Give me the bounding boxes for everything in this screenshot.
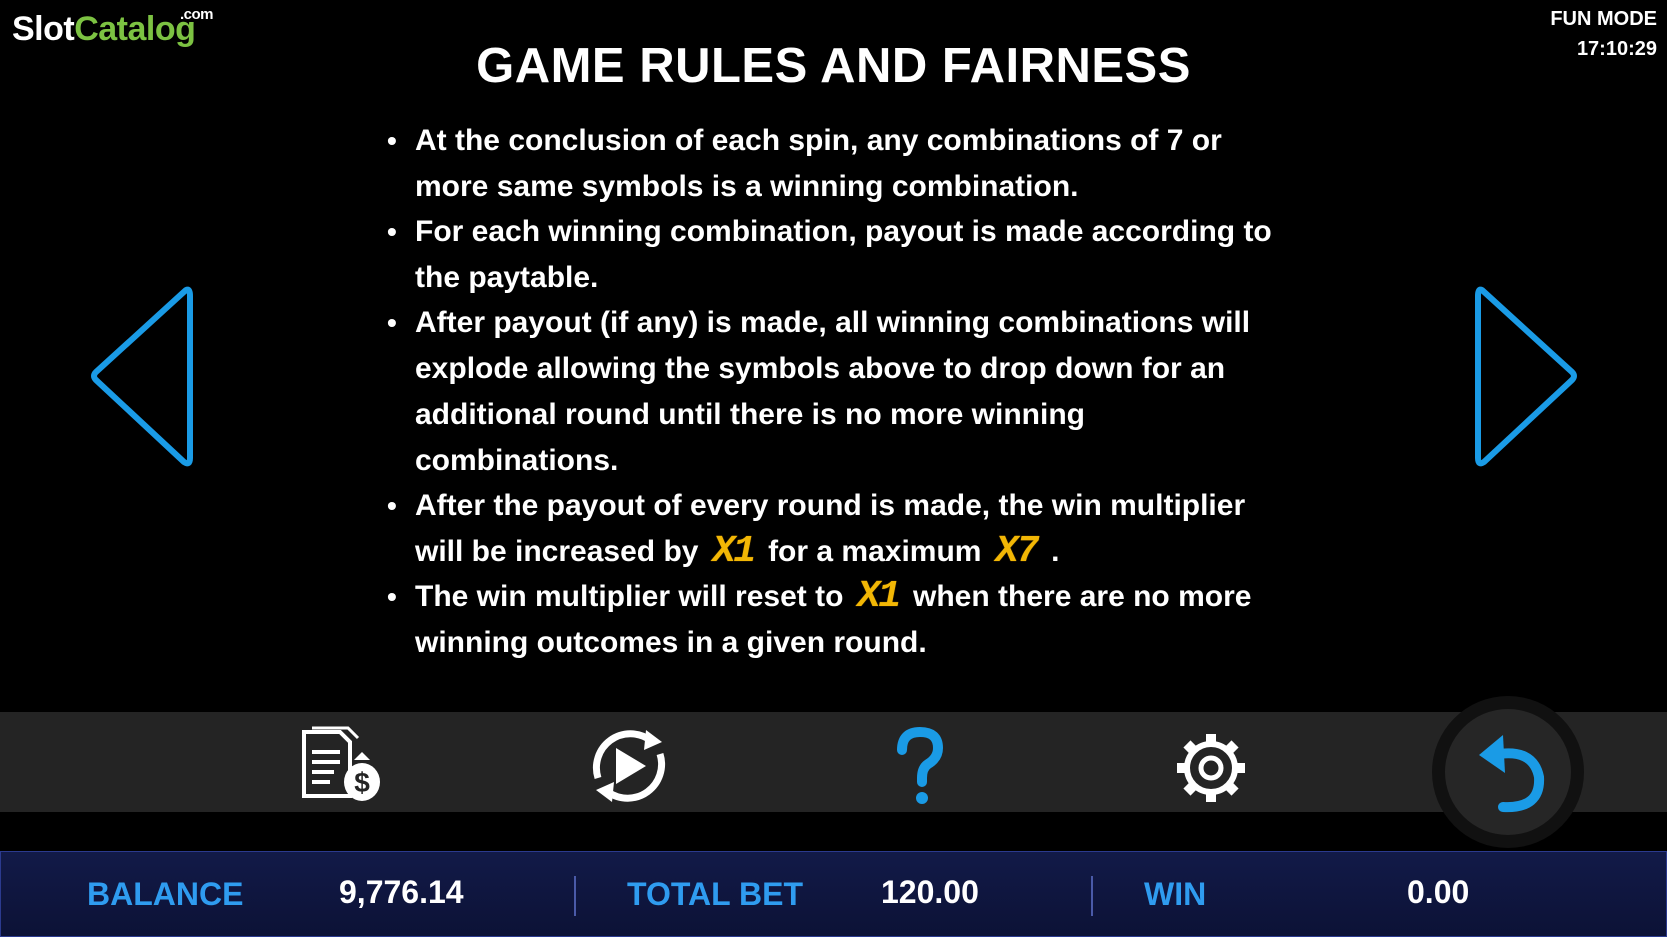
bottom-toolbar <box>0 712 1667 812</box>
fun-mode-label: FUN MODE <box>1550 8 1657 30</box>
balance-value: 9,776.14 <box>339 874 464 910</box>
rule-item: After the payout of every round is made,… <box>387 483 1287 575</box>
rule-text: At the conclusion of each spin, any comb… <box>415 124 1222 203</box>
win-value: 0.00 <box>1407 874 1470 910</box>
status-bar: BALANCE 9,776.14 TOTAL BET 120.00 WIN 0.… <box>0 851 1667 937</box>
back-button[interactable] <box>1432 696 1584 848</box>
settings-button[interactable] <box>1166 726 1256 806</box>
triangle-right-icon <box>1475 286 1577 467</box>
autoplay-icon <box>592 730 666 802</box>
rules-list: At the conclusion of each spin, any comb… <box>387 118 1287 665</box>
rule-item: At the conclusion of each spin, any comb… <box>387 118 1287 210</box>
win-label: WIN <box>1144 876 1207 912</box>
paytable-icon: $ <box>302 726 380 801</box>
rule-item: The win multiplier will reset toX1when t… <box>387 574 1287 666</box>
rule-text: For each winning combination, payout is … <box>415 215 1272 294</box>
multiplier-x7-badge: X7 <box>995 530 1039 573</box>
help-icon <box>897 726 944 804</box>
rule-text: After payout (if any) is made, all winni… <box>415 306 1251 477</box>
back-button-inner <box>1445 709 1571 835</box>
autoplay-button[interactable] <box>584 726 674 806</box>
rule-text: The win multiplier will reset to <box>415 580 844 613</box>
logo-com-text: .com <box>180 6 214 23</box>
rule-item: For each winning combination, payout is … <box>387 209 1287 301</box>
multiplier-x1-badge: X1 <box>857 575 901 618</box>
next-page-button[interactable] <box>1460 280 1580 480</box>
divider <box>574 876 576 916</box>
paytable-button[interactable]: $ <box>298 726 388 806</box>
settings-icon <box>1177 734 1245 802</box>
triangle-left-icon <box>91 286 193 467</box>
total-bet-label: TOTAL BET <box>627 876 803 912</box>
multiplier-x1-badge: X1 <box>712 530 756 573</box>
previous-page-button[interactable] <box>88 280 208 480</box>
total-bet-value: 120.00 <box>881 874 979 910</box>
help-button[interactable] <box>876 726 966 806</box>
rule-item: After payout (if any) is made, all winni… <box>387 300 1287 484</box>
rule-text: . <box>1051 535 1060 568</box>
svg-text:$: $ <box>354 767 370 798</box>
rule-text: for a maximum <box>768 535 982 568</box>
page-title: GAME RULES AND FAIRNESS <box>476 39 1191 93</box>
back-arrow-icon <box>1479 735 1545 813</box>
divider <box>1091 876 1093 916</box>
balance-label: BALANCE <box>87 876 244 912</box>
